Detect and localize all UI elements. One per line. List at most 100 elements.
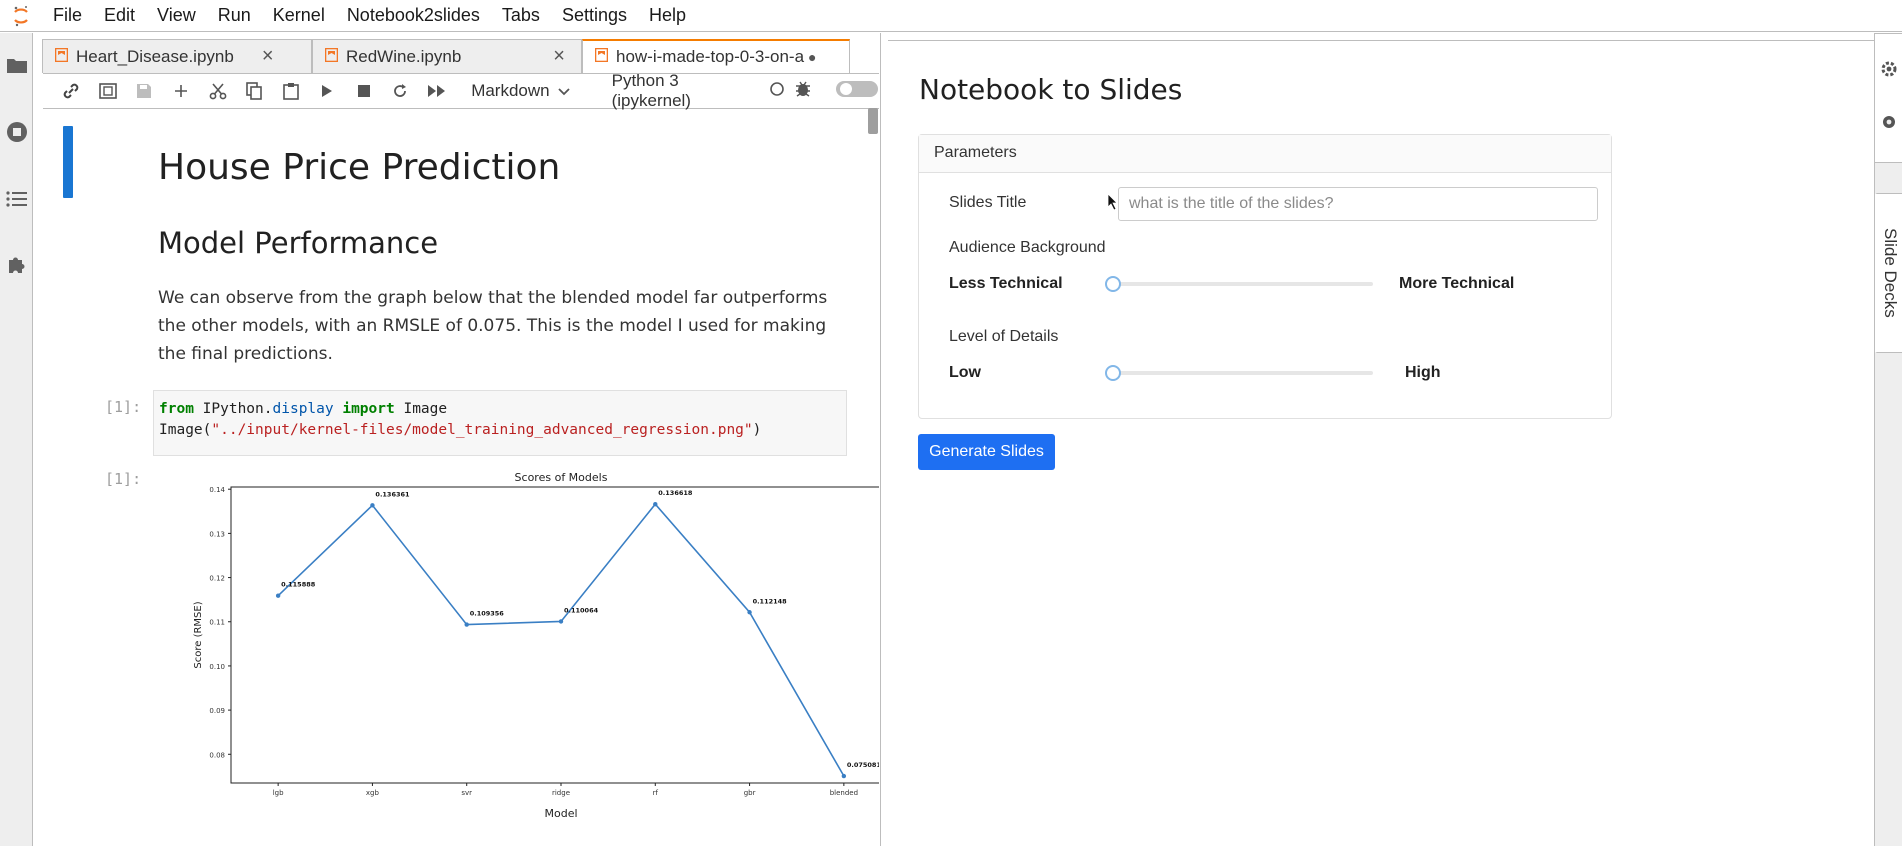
cell-type-select[interactable]: Markdown bbox=[471, 81, 570, 101]
x-tick-label: svr bbox=[461, 789, 472, 797]
menu-kernel[interactable]: Kernel bbox=[262, 5, 336, 26]
tab-redwine[interactable]: RedWine.ipynb × bbox=[312, 39, 582, 73]
stop-icon[interactable] bbox=[346, 76, 383, 106]
audience-background-label: Audience Background bbox=[949, 239, 1106, 256]
frame-icon[interactable] bbox=[90, 76, 127, 106]
unsaved-dot-icon[interactable]: ● bbox=[808, 49, 816, 65]
cell-type-value: Markdown bbox=[471, 81, 550, 100]
run-icon[interactable] bbox=[309, 76, 346, 106]
run-all-icon[interactable] bbox=[419, 76, 456, 106]
menu-view[interactable]: View bbox=[146, 5, 207, 26]
debugger-bug-icon[interactable] bbox=[795, 80, 811, 103]
data-point bbox=[558, 619, 564, 624]
slide-decks-label: Slide Decks bbox=[1881, 228, 1900, 318]
chart-title: Scores of Models bbox=[515, 471, 608, 484]
code-keyword: import bbox=[342, 401, 395, 417]
notebook-icon bbox=[594, 47, 609, 67]
menu-tabs[interactable]: Tabs bbox=[491, 5, 551, 26]
copy-icon[interactable] bbox=[236, 76, 273, 106]
running-kernels-icon[interactable] bbox=[3, 118, 30, 145]
line-chart: Scores of Models Model Score (RMSE) 0.14 0.1… bbox=[193, 471, 879, 820]
menu-notebook2slides[interactable]: Notebook2slides bbox=[336, 5, 491, 26]
details-slider-thumb[interactable] bbox=[1105, 365, 1121, 381]
menu-run[interactable]: Run bbox=[207, 5, 262, 26]
y-tick-label: 0.10 bbox=[209, 663, 225, 671]
data-label: 0.109356 bbox=[470, 610, 505, 618]
close-tab-icon[interactable]: × bbox=[262, 45, 274, 68]
slides-title-input[interactable] bbox=[1118, 187, 1598, 221]
notebook-icon bbox=[54, 47, 69, 67]
code-keyword: from bbox=[159, 401, 194, 417]
y-tick-label: 0.14 bbox=[209, 486, 225, 494]
kernel-name[interactable]: Python 3 (ipykernel) bbox=[612, 71, 759, 111]
slide-decks-tab[interactable]: Slide Decks bbox=[1875, 193, 1902, 353]
extension-puzzle-icon[interactable] bbox=[3, 251, 30, 278]
menu-edit[interactable]: Edit bbox=[93, 5, 146, 26]
tab-how-i-made-top[interactable]: how-i-made-top-0-3-on-a ● bbox=[582, 39, 850, 73]
data-point bbox=[464, 622, 469, 627]
generate-slides-button[interactable]: Generate Slides bbox=[918, 434, 1055, 470]
notebook-scrollbar[interactable] bbox=[868, 108, 878, 134]
notebook-content[interactable]: House Price Prediction Model Performance… bbox=[43, 110, 879, 846]
menu-settings[interactable]: Settings bbox=[551, 5, 638, 26]
x-tick-label: xgb bbox=[366, 789, 380, 797]
property-inspector-tab[interactable] bbox=[1875, 33, 1902, 163]
panel-splitter[interactable] bbox=[880, 33, 887, 846]
data-label: 0.075081 bbox=[847, 761, 879, 769]
close-tab-icon[interactable]: × bbox=[553, 45, 565, 68]
add-cell-icon[interactable] bbox=[163, 76, 200, 106]
code-text: IPython. bbox=[193, 401, 273, 417]
y-tick-label: 0.12 bbox=[209, 575, 225, 583]
menubar: File Edit View Run Kernel Notebook2slide… bbox=[0, 0, 1902, 32]
debugger-toggle[interactable] bbox=[835, 78, 879, 105]
left-sidebar bbox=[0, 33, 33, 846]
x-tick-label: rf bbox=[653, 789, 659, 797]
tab-label: RedWine.ipynb bbox=[346, 46, 462, 66]
y-tick-label: 0.11 bbox=[209, 619, 225, 627]
paste-icon[interactable] bbox=[272, 76, 309, 106]
kernel-status-icon bbox=[769, 81, 785, 102]
output-prompt: [1]: bbox=[105, 470, 142, 488]
folder-icon[interactable] bbox=[3, 51, 30, 78]
jupyter-logo-icon bbox=[0, 0, 42, 32]
cut-icon[interactable] bbox=[199, 76, 236, 106]
level-of-details-label: Level of Details bbox=[949, 328, 1059, 345]
x-tick-label: blended bbox=[830, 789, 858, 797]
data-point bbox=[653, 501, 658, 507]
input-prompt: [1]: bbox=[105, 398, 142, 416]
tab-heart-disease[interactable]: Heart_Disease.ipynb × bbox=[42, 39, 312, 73]
plot-area bbox=[230, 486, 879, 784]
code-cell-editor[interactable]: from IPython.display import Image Image(… bbox=[153, 390, 847, 456]
menu-help[interactable]: Help bbox=[638, 5, 697, 26]
debugger-icon bbox=[1880, 113, 1898, 136]
markdown-paragraph: We can observe from the graph below that… bbox=[158, 288, 828, 364]
menu-file[interactable]: File bbox=[42, 5, 93, 26]
y-tick-label: 0.13 bbox=[209, 530, 225, 538]
data-point bbox=[747, 610, 752, 615]
notebook-tabbar: Heart_Disease.ipynb × RedWine.ipynb × ho… bbox=[42, 39, 850, 73]
y-tick-label: 0.09 bbox=[209, 707, 225, 715]
details-slider[interactable] bbox=[1105, 365, 1373, 381]
code-text: Image bbox=[394, 401, 448, 417]
table-of-contents-icon[interactable] bbox=[3, 185, 30, 212]
markdown-heading-2: Model Performance bbox=[158, 226, 439, 260]
data-label: 0.136361 bbox=[375, 490, 410, 498]
restart-icon[interactable] bbox=[382, 76, 419, 106]
audience-max-label: More Technical bbox=[1399, 275, 1515, 292]
audience-slider[interactable] bbox=[1105, 276, 1373, 292]
output-image-chart: Scores of Models Model Score (RMSE) 0.14 0.1… bbox=[143, 463, 879, 843]
link-icon[interactable] bbox=[53, 76, 90, 106]
right-sidebar: Slide Decks bbox=[1874, 33, 1902, 846]
notebook-to-slides-panel: Notebook to Slides Parameters Slides Tit… bbox=[888, 40, 1874, 846]
x-axis-label: Model bbox=[544, 807, 577, 820]
panel-title: Notebook to Slides bbox=[919, 73, 1183, 106]
save-icon[interactable] bbox=[126, 76, 163, 106]
details-max-label: High bbox=[1405, 364, 1441, 381]
audience-slider-thumb[interactable] bbox=[1105, 276, 1121, 292]
x-tick-label: ridge bbox=[552, 789, 570, 797]
active-cell-indicator bbox=[63, 126, 73, 198]
data-label: 0.112148 bbox=[753, 597, 788, 605]
code-text: ) bbox=[752, 422, 762, 438]
data-label: 0.115888 bbox=[281, 581, 316, 589]
code-string: "../input/kernel-files/model_training_ad… bbox=[211, 422, 753, 438]
